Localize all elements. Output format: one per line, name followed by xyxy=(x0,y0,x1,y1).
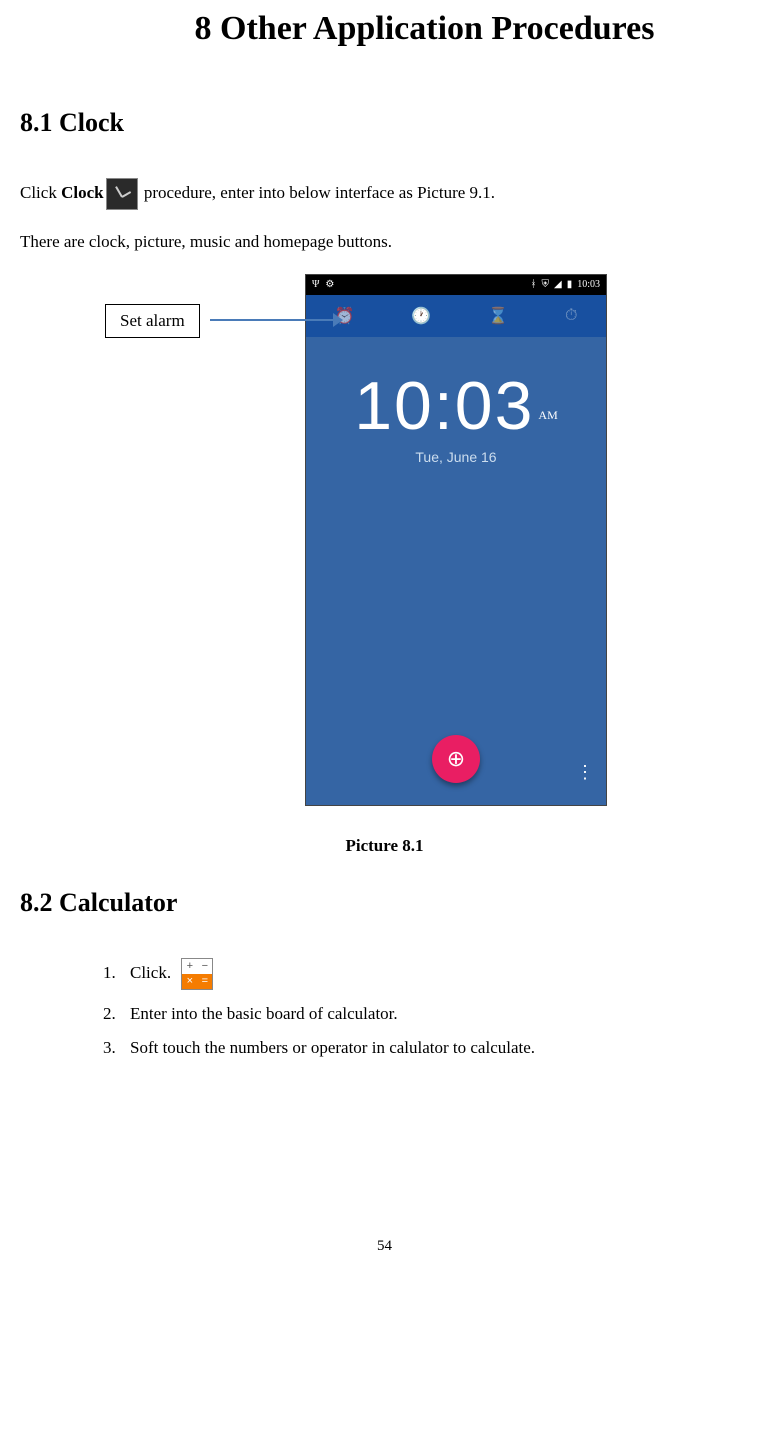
world-clock-add-button[interactable]: ⊕ xyxy=(432,735,480,783)
bluetooth-icon: ᚼ xyxy=(531,279,537,290)
time-date: Tue, June 16 xyxy=(306,449,606,465)
figure-clock: Set alarm Ψ ⚙ ᚼ ⛨ ◢ ▮ 10:03 ⏰ 🕐 ⌛ ⏱ 10:0… xyxy=(20,274,749,814)
clock-intro-line2: There are clock, picture, music and home… xyxy=(20,230,749,254)
figure-caption: Picture 8.1 xyxy=(20,834,749,858)
chapter-title: 8 Other Application Procedures xyxy=(100,10,749,48)
battery-icon: ▮ xyxy=(567,279,573,290)
debug-icon: ⚙ xyxy=(325,279,334,290)
text-fragment: Click xyxy=(20,183,61,202)
time-display: 10:03 AM Tue, June 16 xyxy=(306,367,606,465)
list-item: Enter into the basic board of calculator… xyxy=(120,1004,749,1024)
calculator-app-icon: + − × = xyxy=(181,958,213,990)
tab-clock-icon[interactable]: 🕐 xyxy=(411,306,431,326)
text-fragment: procedure, enter into below interface as… xyxy=(140,183,495,202)
time-main: 10:03 xyxy=(354,368,534,444)
signal-icon: ◢ xyxy=(554,279,562,290)
time-ampm: AM xyxy=(538,408,557,422)
clock-bold-word: Clock xyxy=(61,183,104,202)
step-text: Click. xyxy=(130,963,171,982)
section-title-clock: 8.1 Clock xyxy=(20,108,749,138)
overflow-menu-icon[interactable]: ⋮ xyxy=(576,762,594,783)
callout-connector xyxy=(210,319,335,321)
list-item: Soft touch the numbers or operator in ca… xyxy=(120,1038,749,1058)
callout-arrow-icon xyxy=(333,313,343,327)
status-time: 10:03 xyxy=(577,279,600,290)
status-bar: Ψ ⚙ ᚼ ⛨ ◢ ▮ 10:03 xyxy=(306,275,606,295)
clock-screenshot: Ψ ⚙ ᚼ ⛨ ◢ ▮ 10:03 ⏰ 🕐 ⌛ ⏱ 10:03 AM Tue, J… xyxy=(305,274,607,806)
calculator-steps: Click. + − × = Enter into the basic boar… xyxy=(120,958,749,1058)
clock-intro-line1: Click Clock procedure, enter into below … xyxy=(20,178,749,210)
shield-icon: ⛨ xyxy=(542,279,550,290)
tab-timer-icon[interactable]: ⌛ xyxy=(488,306,508,326)
clock-app-icon xyxy=(106,178,138,210)
callout-set-alarm: Set alarm xyxy=(105,304,200,338)
page-number: 54 xyxy=(20,1238,749,1255)
list-item: Click. + − × = xyxy=(120,958,749,990)
tab-stopwatch-icon[interactable]: ⏱ xyxy=(565,307,577,325)
section-title-calculator: 8.2 Calculator xyxy=(20,888,749,918)
usb-icon: Ψ xyxy=(312,279,319,290)
clock-tabs: ⏰ 🕐 ⌛ ⏱ xyxy=(306,295,606,337)
